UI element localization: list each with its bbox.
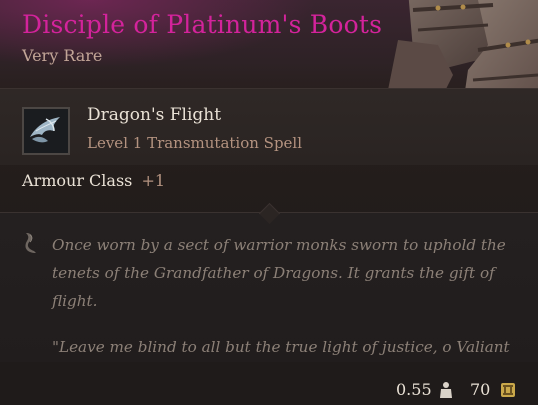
tooltip-footer: 0.55 70 bbox=[0, 362, 538, 405]
weight-icon bbox=[440, 382, 452, 398]
dragon-wing-spell-icon bbox=[24, 109, 68, 153]
item-tooltip: Disciple of Platinum's Boots Very Rare D… bbox=[0, 0, 538, 405]
price-value: 70 bbox=[470, 380, 491, 399]
item-rarity: Very Rare bbox=[22, 46, 103, 65]
armour-class-value: +1 bbox=[141, 171, 166, 190]
scroll-icon bbox=[25, 233, 36, 253]
weight-value: 0.55 bbox=[396, 380, 432, 399]
armour-class-stat: Armour Class +1 bbox=[22, 171, 165, 190]
spell-name: Dragon's Flight bbox=[87, 105, 222, 125]
spell-icon-frame[interactable] bbox=[22, 107, 70, 155]
gold-coin-icon bbox=[501, 383, 515, 397]
spell-row[interactable]: Dragon's Flight Level 1 Transmutation Sp… bbox=[0, 88, 538, 165]
tooltip-header: Disciple of Platinum's Boots Very Rare bbox=[0, 0, 538, 120]
lore-section: Once worn by a sect of warrior monks swo… bbox=[0, 202, 538, 384]
armour-class-label: Armour Class bbox=[22, 171, 133, 190]
spell-subtitle: Level 1 Transmutation Spell bbox=[87, 134, 303, 152]
lore-description: Once worn by a sect of warrior monks swo… bbox=[52, 236, 506, 310]
item-title: Disciple of Platinum's Boots bbox=[22, 10, 383, 39]
section-notch bbox=[258, 202, 281, 225]
